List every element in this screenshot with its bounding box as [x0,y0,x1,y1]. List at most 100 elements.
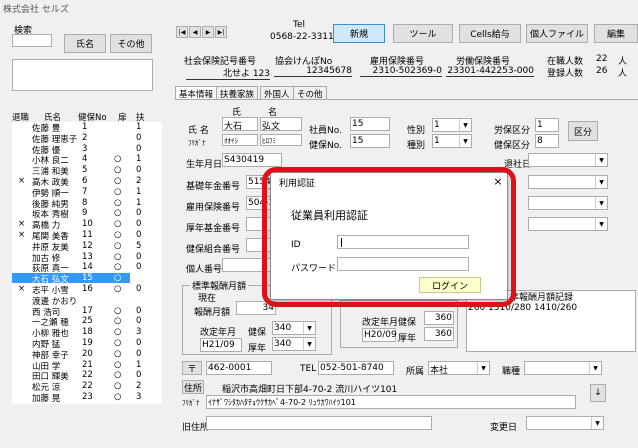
other-search-button[interactable]: その他 [110,34,152,53]
zip-button[interactable]: 〒 [182,361,202,375]
taishoku-label: 退社日 [504,160,532,170]
cells-salary-button[interactable]: Cells給与 [459,24,521,43]
employee-row[interactable]: 佐藤 豊11 [12,122,141,134]
employee-row[interactable]: 西 浩司 17 ○ 0 [12,305,141,318]
password-input[interactable] [337,257,469,271]
close-icon[interactable]: × [487,173,509,189]
shozoku-select[interactable]: 本社 ▼ [428,361,490,376]
employee-row[interactable]: 一之瀬 穂 25 ○ 0 [12,316,141,328]
employee-row[interactable]: × 高橋 力 10 ○ 0 [12,219,141,231]
employee-row[interactable]: 荻原 真一 14 ○ 0 [12,262,141,274]
sei-field[interactable]: 大石 [222,117,258,132]
employee-row[interactable]: × 尾関 美香 11 ○ 0 [12,230,141,242]
zip-field[interactable]: 462-0001 [206,361,272,375]
taishoku-select[interactable]: ▼ [528,153,608,167]
tab-dependents[interactable]: 扶養家族 [216,86,259,100]
kosei3-field[interactable]: 360 [424,327,454,341]
employee-row[interactable]: 後藤 純男 8 ○ 1 [12,197,141,210]
shain-field[interactable]: 15 [350,117,390,131]
shubetsu-select[interactable]: 1 ▼ [432,134,472,148]
employee-row[interactable]: 内野 猛 19 ○ 0 [12,338,141,350]
employee-row[interactable]: 渡邊 かおり [12,295,130,307]
employee-row[interactable]: × 高木 政美 6 ○ 2 [12,176,141,188]
birth-field[interactable]: S430419 [222,153,282,167]
kosei2-select[interactable]: 340 ▼ [272,337,316,351]
employee-row[interactable]: 佐藤 理恵子 2 0 [12,133,141,145]
tab-other[interactable]: その他 [293,86,327,100]
login-button[interactable]: ログイン [419,277,481,293]
kubun-button[interactable]: 区分 [568,121,598,141]
henko-select[interactable]: ▼ [526,416,604,430]
new-button[interactable]: 新規 [333,24,385,43]
employee-row[interactable]: 松元 涼 22 ○ 2 [12,381,141,393]
kenpo2-label: 健保 [248,328,267,338]
rodo-kubun-field[interactable]: 1 [535,118,559,132]
employee-row[interactable]: 佐藤 優30 [12,144,141,156]
kojin-field[interactable] [222,258,276,272]
employee-door-mark: ○ [114,305,122,316]
employee-fuyo-count: 0 [136,316,142,327]
mei-kana-field[interactable]: ﾋﾛﾌﾐ [260,134,302,146]
kenpo3-field[interactable]: 360 [424,311,454,325]
kosei2-label: 厚年 [248,344,267,354]
auth-heading: 従業員利用認証 [291,209,368,222]
employee-fuyo-count: 0 [136,284,142,294]
employee-row[interactable]: 三浦 和美 5 ○ 0 [12,165,141,177]
tab-basic[interactable]: 基本情報 [175,86,218,100]
name-search-button[interactable]: 氏名 [64,34,106,53]
next-record-button[interactable]: ▶ [202,26,214,38]
date-select-1[interactable]: ▼ [528,175,608,189]
nen2-field[interactable]: H20/09 [362,328,397,342]
employee-kenpo-no: 25 [82,316,93,327]
employee-row[interactable]: 山田 学 21 ○ 1 [12,359,141,372]
sei-kana-field[interactable]: ｵｵｲｼ [222,134,258,146]
tool-button[interactable]: ツール [393,24,453,43]
employee-kenpo-no: 23 [82,392,93,402]
employee-fuyo-count: 1 [136,197,142,208]
employee-row[interactable]: 神部 幸子 20 ○ 0 [12,349,141,361]
kenpo2-select[interactable]: 340 ▼ [272,321,316,335]
tab-foreigner[interactable]: 外国人 [260,86,294,100]
last-record-button[interactable]: ▶| [215,26,227,38]
mei-field[interactable]: 弘文 [260,117,302,132]
nen1-field[interactable]: H21/09 [200,338,242,352]
employee-row[interactable]: 田口 輝美 22 ○ 0 [12,370,141,382]
down-button[interactable]: ↓ [590,384,606,402]
text-cursor [341,238,342,247]
employee-fuyo-count: 1 [136,154,142,165]
employee-row[interactable]: 坂本 秀樹 9 ○ 0 [12,208,141,220]
employee-row[interactable]: 加藤 晃 23 ○ 3 [12,392,141,404]
employee-kenpo-no: 21 [82,359,93,370]
tel-field[interactable]: 052-501-8740 [318,361,394,375]
id-input[interactable] [337,235,469,249]
date-select-3[interactable]: ▼ [528,217,608,231]
hoshu-label: 報酬月額 [194,308,231,318]
employee-row[interactable]: 大石 弘文 15 ○ 2 [12,273,141,285]
employee-row[interactable]: 伊勢 順一 7 ○ 1 [12,187,141,199]
employee-row[interactable]: 井原 友美 12 ○ 5 [12,241,141,253]
employee-row[interactable]: × 志平 小雪 16 ○ 0 [12,284,141,296]
employee-row[interactable]: 加古 修 13 ○ 0 [12,252,141,264]
kenpo-kubun-field[interactable]: 8 [535,134,559,148]
employee-row[interactable]: 小柳 雅也 18 ○ 3 [12,327,141,339]
employee-door-mark: ○ [114,219,122,230]
employee-row[interactable]: 小林 良二 4 ○ 1 [12,154,141,166]
shokushu-select[interactable]: ▼ [524,361,602,375]
employee-door-mark: ○ [114,392,122,402]
kyu-address-field[interactable] [206,416,432,430]
personal-file-button[interactable]: 個人ファイル [526,24,588,43]
hoshu-field[interactable]: 34 [236,301,276,315]
search-input[interactable] [12,34,52,47]
date-select-2[interactable]: ▼ [528,196,608,210]
employee-list[interactable]: 佐藤 豊 1 1 佐藤 理恵子 2 0 佐藤 優 3 0 小林 良二 4 ○ 1 三浦 和美 5 ○ 0 × 高木 … [12,122,162,404]
seibetsu-select[interactable]: 1 ▼ [432,118,472,132]
address-button[interactable]: 住所 [182,380,204,394]
koyo-label: 雇用保険番号 [186,203,241,213]
employee-kenpo-no: 8 [82,197,88,208]
prev-record-button[interactable]: ◀ [189,26,201,38]
first-record-button[interactable]: |◀ [176,26,188,38]
address-kana-field[interactable]: ｲﾅｻﾞﾜｼﾀｶﾊﾀﾁｮｳｸｻｶﾍﾞ4-70-2 ﾘｭｳｶﾜﾊｲﾂ101 [206,395,576,409]
kenpo-no-field[interactable]: 15 [350,134,390,148]
edit-button[interactable]: 編集 [594,24,638,43]
search-results-box[interactable] [12,59,153,91]
